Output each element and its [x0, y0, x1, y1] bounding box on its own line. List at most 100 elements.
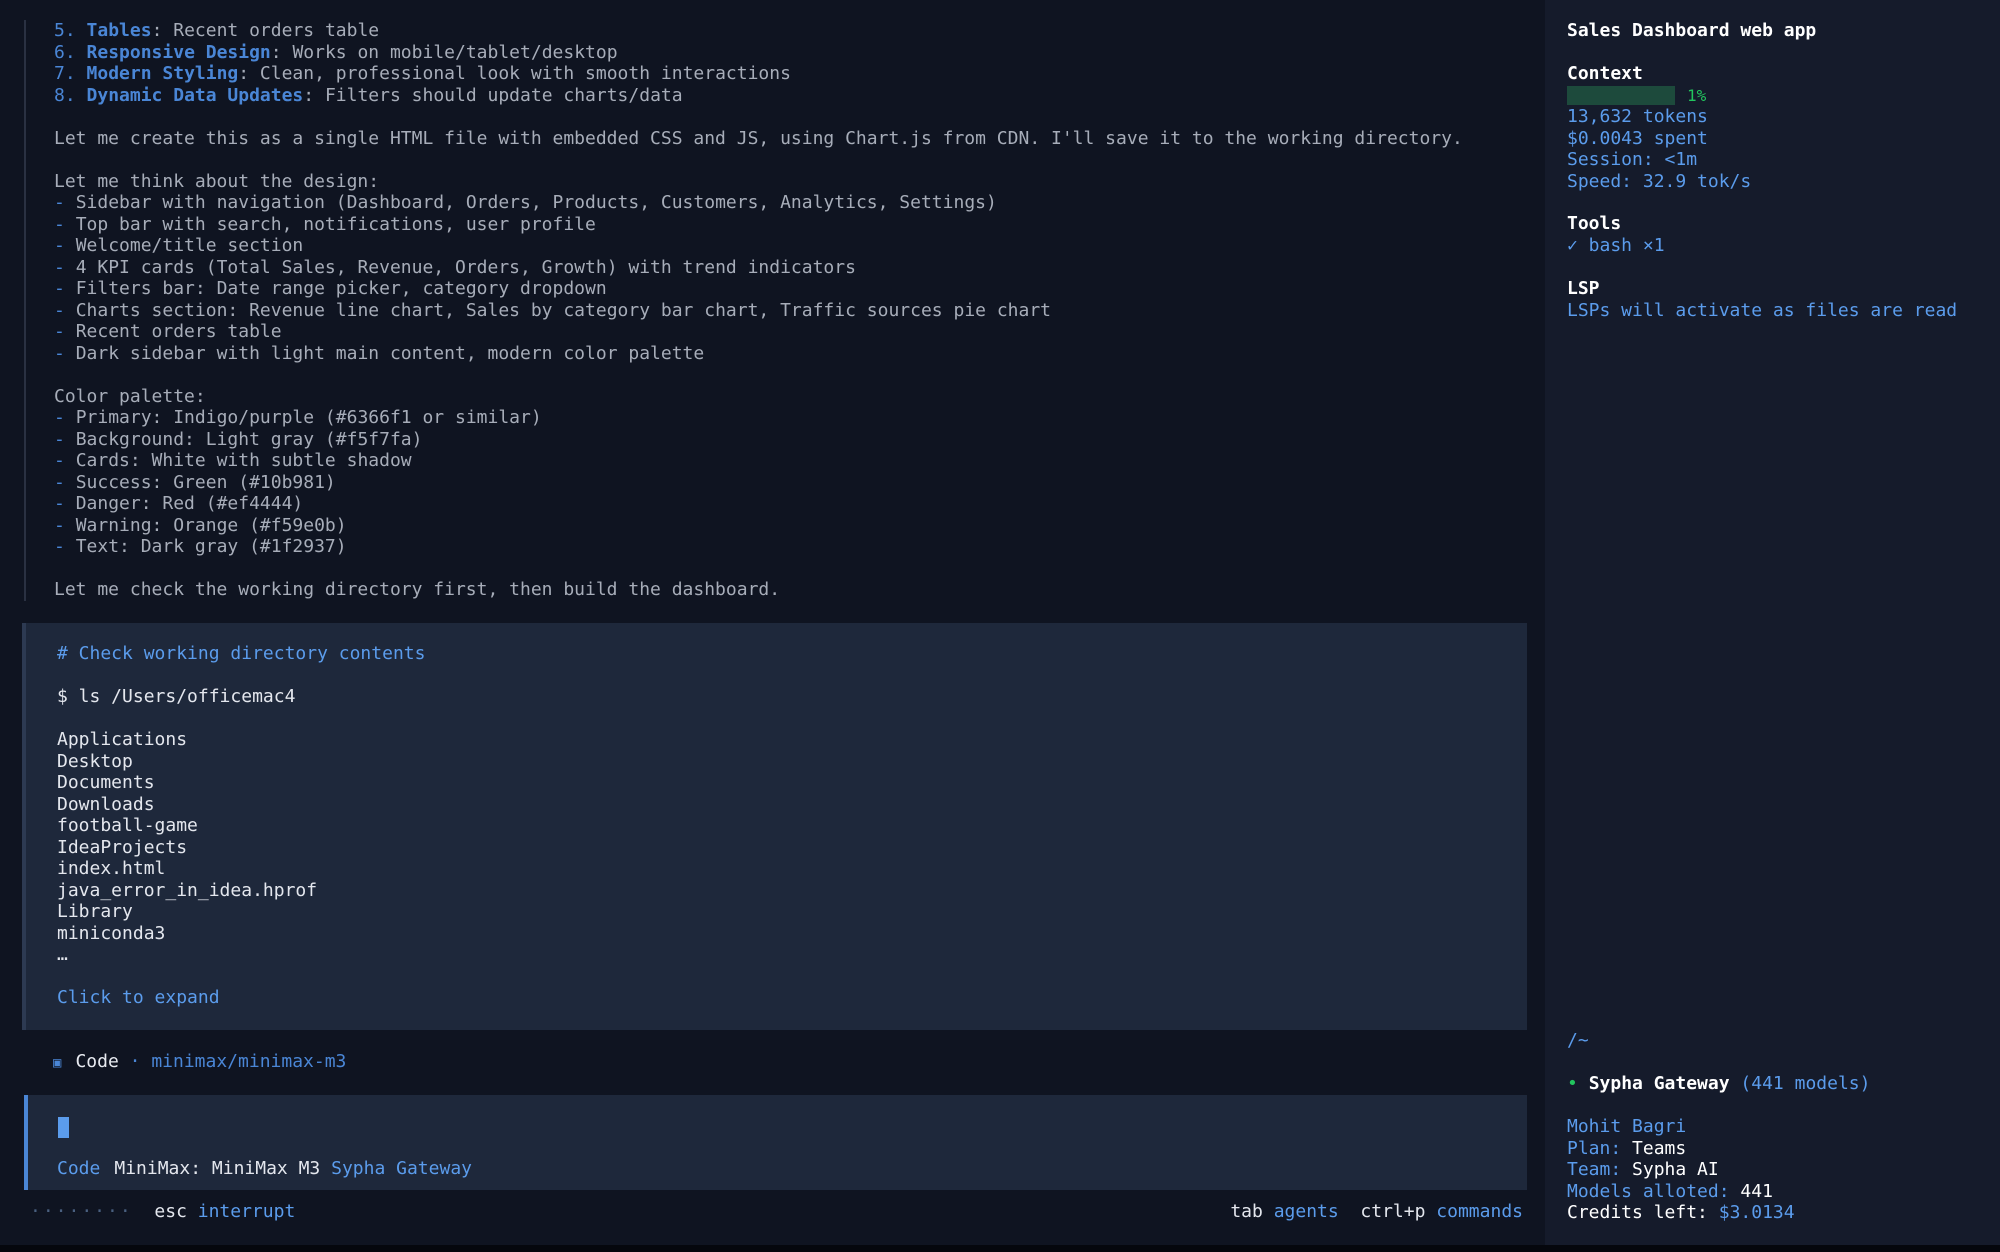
agent-mode-label[interactable]: Code [57, 1158, 100, 1179]
list-item: 7. Modern Styling: Clean, professional l… [54, 63, 1554, 85]
list-text: Dark sidebar with light main content, mo… [75, 342, 705, 364]
working-directory: /~ [1567, 1030, 1589, 1051]
tool-comment: # Check working directory contents [57, 643, 426, 664]
list-text: Charts section: Revenue line chart, Sale… [75, 299, 1052, 321]
list-item: - 4 KPI cards (Total Sales, Revenue, Ord… [54, 257, 1554, 279]
gateway-label[interactable]: Sypha Gateway [331, 1158, 472, 1179]
bullet-dash: - [54, 493, 65, 514]
reasoning-paragraph: Let me create this as a single HTML file… [54, 127, 1463, 149]
bottom-edge [0, 1245, 2000, 1252]
list-item: - Dark sidebar with light main content, … [54, 343, 1554, 365]
list-item: - Filters bar: Date range picker, catego… [54, 278, 1554, 300]
list-text: Welcome/title section [75, 235, 304, 256]
list-text: : Clean, professional look with smooth i… [238, 63, 791, 84]
list-text: Cards: White with subtle shadow [75, 450, 412, 471]
list-text: Sidebar with navigation (Dashboard, Orde… [75, 192, 997, 213]
list-text: 4 KPI cards (Total Sales, Revenue, Order… [75, 256, 856, 278]
output-line: football-game [57, 815, 198, 836]
session-duration: Session: <1m [1567, 149, 1698, 170]
bullet-dash: - [54, 192, 65, 213]
list-number: 8. [54, 84, 76, 106]
user-name: Mohit Bagri [1567, 1116, 1687, 1137]
list-text: : Works on mobile/tablet/desktop [270, 41, 618, 63]
text-cursor [58, 1117, 69, 1138]
ctrl-p-key: ctrl+p [1360, 1201, 1426, 1222]
list-item: - Danger: Red (#ef4444) [54, 493, 1554, 515]
agents-action[interactable]: agents [1274, 1201, 1339, 1222]
bullet-dash: - [54, 321, 65, 342]
model-label[interactable]: MiniMax: MiniMax M3 [114, 1158, 320, 1179]
input-meta: Code MiniMax: MiniMax M3 Sypha Gateway [57, 1158, 472, 1180]
list-text: Filters bar: Date range picker, category… [75, 278, 607, 299]
model-name: minimax/minimax-m3 [151, 1051, 347, 1072]
context-usage: 1% [1567, 85, 1987, 107]
commands-action[interactable]: commands [1436, 1201, 1523, 1222]
tool-usage-item: ✓ bash ×1 [1567, 234, 1665, 256]
models-row: Models alloted: 441 [1567, 1181, 1987, 1203]
bullet-dash: - [54, 278, 65, 299]
credits-label: Credits left: [1567, 1202, 1708, 1223]
expand-link[interactable]: Click to expand [57, 987, 425, 1009]
output-line: Library [57, 901, 133, 922]
list-text: Primary: Indigo/purple (#6366f1 or simil… [75, 407, 542, 428]
models-label: Models alloted: [1567, 1180, 1730, 1202]
reasoning-block: 5. Tables: Recent orders table 6. Respon… [24, 20, 1554, 601]
separator: · [129, 1051, 141, 1072]
bullet-dash: - [54, 514, 65, 536]
square-icon: ▣ [53, 1055, 62, 1071]
output-line: java_error_in_idea.hprof [57, 879, 318, 901]
list-item: - Recent orders table [54, 321, 1554, 343]
list-number: 7. [54, 63, 76, 84]
context-heading: Context [1567, 63, 1643, 84]
model-status-line: ▣ Code · minimax/minimax-m3 [53, 1051, 346, 1073]
plan-label: Plan: [1567, 1137, 1622, 1159]
output-line: index.html [57, 858, 166, 879]
bullet-dash: - [54, 256, 65, 278]
list-item: - Top bar with search, notifications, us… [54, 214, 1554, 236]
bullet-dash: - [54, 235, 65, 256]
tool-command: $ ls /Users/officemac4 [57, 686, 296, 707]
output-line: miniconda3 [57, 922, 166, 944]
interrupt-action[interactable]: interrupt [198, 1201, 296, 1222]
list-item: - Background: Light gray (#f5f7fa) [54, 429, 1554, 451]
list-text: Top bar with search, notifications, user… [75, 213, 596, 235]
output-line: Documents [57, 772, 155, 793]
list-text: Recent orders table [75, 321, 282, 342]
lsp-heading: LSP [1567, 278, 1600, 299]
mode-label: Code [75, 1051, 119, 1072]
lsp-status: LSPs will activate as files are read [1567, 299, 1958, 321]
context-percent: 1% [1687, 85, 1707, 105]
tools-heading: Tools [1567, 213, 1622, 234]
list-title: Modern Styling [86, 63, 239, 84]
gateway-status: • Sypha Gateway (441 models) [1567, 1073, 1987, 1095]
bullet-dash: - [54, 536, 65, 557]
list-text: : Filters should update charts/data [303, 84, 683, 106]
list-item: - Warning: Orange (#f59e0b) [54, 515, 1554, 537]
list-item: 6. Responsive Design: Works on mobile/ta… [54, 42, 1554, 64]
list-text: Danger: Red (#ef4444) [75, 493, 304, 514]
terminal-window: 5. Tables: Recent orders table 6. Respon… [0, 0, 2000, 1252]
bullet-dash: - [54, 299, 65, 321]
bullet-dash: - [54, 471, 65, 493]
bullet-dash: - [54, 450, 65, 471]
plan-value: Teams [1632, 1137, 1687, 1159]
list-title: Responsive Design [86, 41, 271, 63]
list-item: - Primary: Indigo/purple (#6366f1 or sim… [54, 407, 1554, 429]
prompt-input[interactable]: Code MiniMax: MiniMax M3 Sypha Gateway [24, 1095, 1527, 1190]
bullet-dash: - [54, 407, 65, 428]
models-value: 441 [1740, 1180, 1773, 1202]
gateway-name: Sypha Gateway [1588, 1073, 1730, 1094]
bullet-dash: - [54, 342, 65, 364]
list-item: - Charts section: Revenue line chart, Sa… [54, 300, 1554, 322]
cost-spent: $0.0043 spent [1567, 127, 1708, 149]
list-item: 8. Dynamic Data Updates: Filters should … [54, 85, 1554, 107]
list-title: Tables [86, 20, 152, 41]
list-item: 5. Tables: Recent orders table [54, 20, 1554, 42]
session-title: Sales Dashboard web app [1567, 20, 1817, 41]
footer-bar: ········ esc interrupt tab agents ctrl+p… [30, 1201, 1523, 1223]
info-sidebar: Sales Dashboard web app Context 1% 13,63… [1545, 0, 2000, 1245]
list-item: - Success: Green (#10b981) [54, 472, 1554, 494]
list-text: : Recent orders table [151, 20, 380, 41]
token-count: 13,632 tokens [1567, 106, 1708, 127]
tool-output-block[interactable]: # Check working directory contents $ ls … [22, 623, 1527, 1030]
